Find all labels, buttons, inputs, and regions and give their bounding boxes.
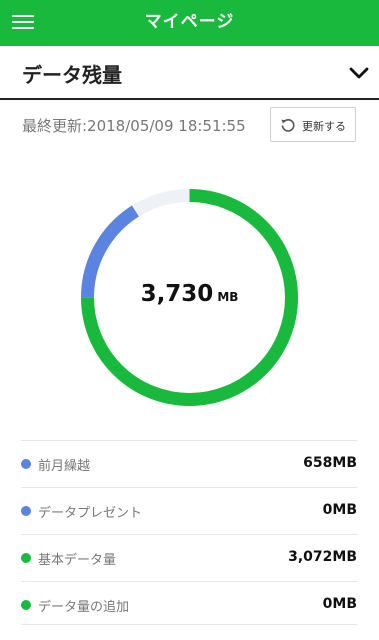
chevron-down-icon[interactable]: [349, 66, 369, 80]
legend-dot: [21, 553, 31, 563]
list-item-label: データプレゼント: [38, 506, 143, 521]
refresh-button[interactable]: 更新する: [270, 107, 356, 142]
total-remaining-value: 3,730: [140, 281, 214, 307]
refresh-button-label: 更新する: [302, 120, 346, 133]
data-breakdown-list: 前月繰越 658MB データプレゼント 0MB 基本データ量 3,072MB データ量の追加…: [21, 440, 357, 628]
total-remaining-unit: MB: [217, 290, 239, 304]
list-item-value: 658MB: [303, 455, 357, 471]
legend-dot: [21, 506, 31, 516]
list-item: 基本データ量 3,072MB: [21, 534, 357, 581]
legend-dot: [21, 600, 31, 610]
list-item-label: データ量の追加: [38, 600, 130, 615]
refresh-icon: [281, 119, 295, 132]
list-item-value: 0MB: [322, 502, 357, 518]
data-remaining-section-header[interactable]: データ残量: [0, 46, 379, 100]
list-divider: [21, 624, 357, 625]
section-title: データ残量: [22, 63, 122, 87]
app-header: マイページ: [0, 0, 379, 46]
list-item: データ量の追加 0MB: [21, 581, 357, 628]
list-item-label: 基本データ量: [38, 553, 117, 568]
list-item-label: 前月繰越: [38, 459, 91, 474]
last-updated-text: 最終更新:2018/05/09 18:51:55: [22, 117, 246, 135]
legend-dot: [21, 459, 31, 469]
list-item: データプレゼント 0MB: [21, 487, 357, 534]
list-item-value: 0MB: [322, 596, 357, 612]
list-item: 前月繰越 658MB: [21, 440, 357, 487]
total-remaining: 3,730 MB: [79, 281, 300, 307]
list-item-value: 3,072MB: [288, 549, 357, 565]
page-title: マイページ: [144, 12, 235, 32]
